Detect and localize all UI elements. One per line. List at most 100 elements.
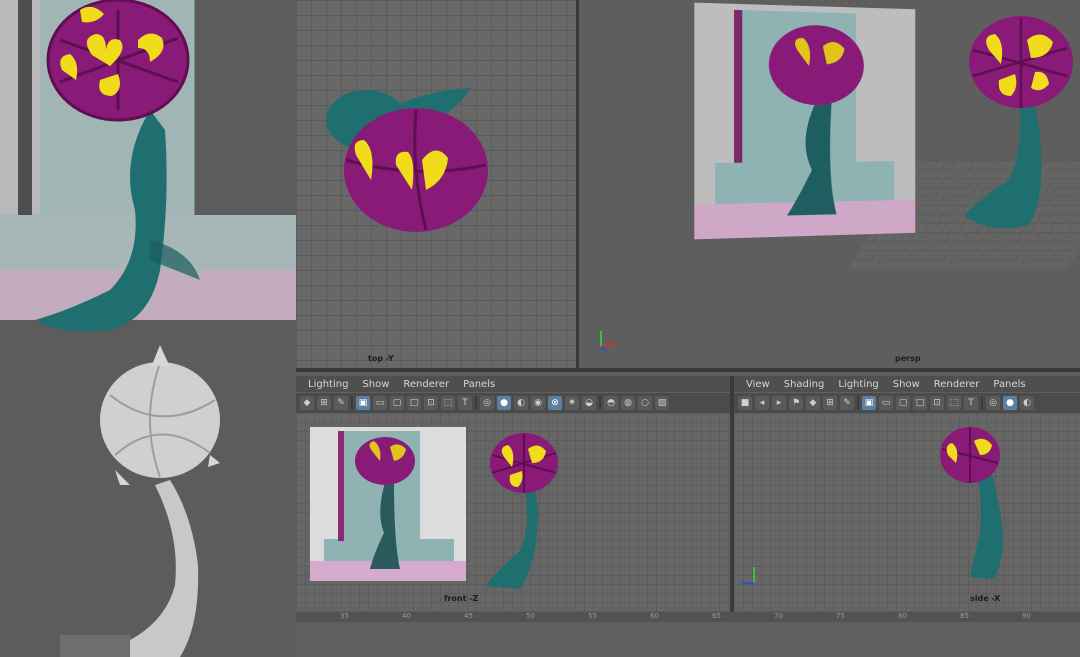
safe-title-icon[interactable]: T — [458, 396, 472, 410]
timeline-tick: 90 — [1022, 612, 1031, 620]
side-menu-view[interactable]: View — [746, 379, 770, 390]
image-plane-icon[interactable]: ▣ — [356, 396, 370, 410]
timeline-tick: 35 — [340, 612, 349, 620]
pen-icon[interactable]: ✎ — [334, 396, 348, 410]
front-image-strip — [338, 431, 344, 541]
front-panel-menubar: Lighting Show Renderer Panels — [296, 376, 730, 392]
reference-flower-model — [35, 0, 200, 332]
gate-mask-icon[interactable]: □ — [913, 396, 927, 410]
anti-aliasing-icon[interactable]: ○ — [638, 396, 652, 410]
front-flower-model — [486, 433, 558, 589]
side-viewport[interactable]: side -X — [734, 413, 1080, 611]
resolution-gate-icon[interactable]: ▢ — [390, 396, 404, 410]
timeline-tick: 60 — [650, 612, 659, 620]
wireframe-on-shaded-icon[interactable]: ◐ — [1020, 396, 1034, 410]
grid-toggle-icon[interactable]: ⊞ — [317, 396, 331, 410]
side-panel-toolbar: ■ ◂ ▸ ⚑ ◆ ⊞ ✎ ▣ ▭ ▢ □ ⊡ ⬚ T ◎ ● ◐ — [734, 393, 1080, 413]
safe-action-icon[interactable]: ⬚ — [947, 396, 961, 410]
stem-shape — [35, 110, 167, 332]
front-menu-show[interactable]: Show — [362, 379, 389, 390]
toolbar-separator — [351, 396, 353, 410]
front-image-plane — [310, 427, 466, 581]
field-chart-icon[interactable]: ⊡ — [424, 396, 438, 410]
clay-stem-shape — [90, 480, 199, 657]
side-menu-lighting[interactable]: Lighting — [838, 379, 878, 390]
side-menu-shading[interactable]: Shading — [784, 379, 825, 390]
timeline-tick: 55 — [588, 612, 597, 620]
clay-flower-model — [60, 345, 220, 657]
front-viewport[interactable]: front -Z — [296, 413, 730, 611]
timeline-tick: 40 — [402, 612, 411, 620]
front-stem — [486, 486, 538, 589]
front-image-flower — [355, 437, 415, 569]
side-menu-show[interactable]: Show — [893, 379, 920, 390]
select-camera-icon[interactable]: ■ — [738, 396, 752, 410]
front-viewport-label: front -Z — [444, 594, 479, 603]
timeline-tick: 70 — [774, 612, 783, 620]
toolbar-separator — [981, 396, 983, 410]
top-view-flower-model — [326, 88, 488, 232]
persp-stem — [964, 100, 1042, 229]
camera-previous-icon[interactable]: ◂ — [755, 396, 769, 410]
film-gate-icon[interactable]: ▭ — [373, 396, 387, 410]
bottom-bar — [296, 622, 1080, 657]
timeline-tick: 65 — [712, 612, 721, 620]
wireframe-icon[interactable]: ◎ — [986, 396, 1000, 410]
field-chart-icon[interactable]: ⊡ — [930, 396, 944, 410]
persp-viewport[interactable]: persp — [579, 0, 1080, 368]
default-material-icon[interactable]: ◉ — [531, 396, 545, 410]
front-menu-lighting[interactable]: Lighting — [308, 379, 348, 390]
gate-mask-icon[interactable]: □ — [407, 396, 421, 410]
resolution-gate-icon[interactable]: ▢ — [896, 396, 910, 410]
persp-image-flower — [768, 24, 864, 216]
safe-title-icon[interactable]: T — [964, 396, 978, 410]
axis-gizmo-icon — [600, 331, 618, 352]
toolbar-separator — [599, 396, 601, 410]
isolate-select-icon[interactable]: ▨ — [655, 396, 669, 410]
safe-action-icon[interactable]: ⬚ — [441, 396, 455, 410]
film-gate-icon[interactable]: ▭ — [879, 396, 893, 410]
camera-next-icon[interactable]: ▸ — [772, 396, 786, 410]
top-viewport[interactable]: top -Y — [296, 0, 576, 368]
front-menu-panels[interactable]: Panels — [463, 379, 495, 390]
wireframe-icon[interactable]: ◎ — [480, 396, 494, 410]
persp-image-strip — [733, 9, 743, 163]
image-plane-icon[interactable]: ▣ — [862, 396, 876, 410]
side-menu-renderer[interactable]: Renderer — [934, 379, 980, 390]
timeline-tick: 80 — [898, 612, 907, 620]
motion-blur-icon[interactable]: ◍ — [621, 396, 635, 410]
side-panel-menubar: View Shading Lighting Show Renderer Pane… — [734, 376, 1080, 392]
lights-icon[interactable]: ✷ — [565, 396, 579, 410]
grid-toggle-icon[interactable]: ⊞ — [823, 396, 837, 410]
persp-flower-model — [964, 16, 1073, 229]
pen-icon[interactable]: ✎ — [840, 396, 854, 410]
timeline-tick: 50 — [526, 612, 535, 620]
camera-attributes-icon[interactable]: ◆ — [300, 396, 314, 410]
side-menu-panels[interactable]: Panels — [993, 379, 1025, 390]
clay-flower-head — [100, 362, 220, 478]
bookmark-icon[interactable]: ⚑ — [789, 396, 803, 410]
reference-render-panel — [0, 0, 296, 657]
top-viewport-label: top -Y — [368, 354, 394, 363]
smooth-shade-icon[interactable]: ● — [1003, 396, 1017, 410]
persp-viewport-label: persp — [895, 354, 921, 363]
camera-attributes-icon[interactable]: ◆ — [806, 396, 820, 410]
side-stem — [970, 475, 1003, 579]
ambient-occlusion-icon[interactable]: ◓ — [604, 396, 618, 410]
front-menu-renderer[interactable]: Renderer — [403, 379, 449, 390]
horizontal-divider[interactable] — [296, 368, 1080, 372]
timeline-ruler[interactable]: 35 40 45 50 55 60 65 70 75 80 85 90 — [296, 612, 1080, 622]
shadows-icon[interactable]: ◒ — [582, 396, 596, 410]
textured-icon[interactable]: ⊗ — [548, 396, 562, 410]
toolbar-separator — [857, 396, 859, 410]
timeline-tick: 75 — [836, 612, 845, 620]
smooth-shade-icon[interactable]: ● — [497, 396, 511, 410]
wireframe-on-shaded-icon[interactable]: ◐ — [514, 396, 528, 410]
front-panel-toolbar: ◆ ⊞ ✎ ▣ ▭ ▢ □ ⊡ ⬚ T ◎ ● ◐ ◉ ⊗ ✷ ◒ ◓ ◍ ○ … — [296, 393, 730, 413]
side-axis-gizmo-icon — [742, 567, 755, 584]
side-viewport-label: side -X — [970, 594, 1001, 603]
persp-image-plane — [694, 2, 916, 240]
side-flower-model — [940, 427, 1003, 579]
toolbar-separator — [475, 396, 477, 410]
timeline-tick: 45 — [464, 612, 473, 620]
